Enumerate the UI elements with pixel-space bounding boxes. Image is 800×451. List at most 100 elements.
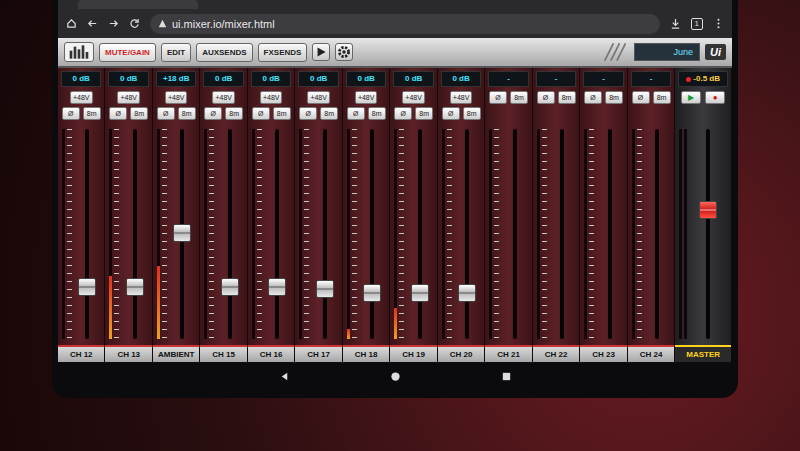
channel-button[interactable]: 8m bbox=[178, 107, 196, 120]
gain-display[interactable]: 0 dB bbox=[346, 71, 386, 87]
fader-track[interactable] bbox=[501, 129, 527, 339]
channel-button[interactable]: Ø bbox=[347, 107, 365, 120]
gain-display[interactable]: 0 dB bbox=[251, 71, 291, 87]
show-display[interactable]: June bbox=[634, 43, 700, 61]
channel-button[interactable]: 8m bbox=[463, 107, 481, 120]
channel-name[interactable]: CH 12 bbox=[58, 345, 104, 362]
fader-knob[interactable] bbox=[126, 278, 144, 296]
fader-knob[interactable] bbox=[78, 278, 96, 296]
fader-track[interactable] bbox=[454, 129, 480, 339]
channel-button[interactable]: Ø bbox=[489, 91, 507, 104]
channel-button[interactable]: +48V bbox=[117, 91, 140, 104]
channel-name[interactable]: CH 15 bbox=[200, 345, 246, 362]
channel-name[interactable]: AMBIENT bbox=[153, 345, 199, 362]
channel-button[interactable]: +48V bbox=[450, 91, 473, 104]
channel-button[interactable]: Ø bbox=[394, 107, 412, 120]
channel-button[interactable]: 8m bbox=[415, 107, 433, 120]
gain-display[interactable]: 0 dB bbox=[441, 71, 481, 87]
fader-track[interactable] bbox=[549, 129, 575, 339]
channel-button[interactable]: 8m bbox=[320, 107, 338, 120]
back-icon[interactable] bbox=[87, 18, 98, 29]
toolbar-button[interactable]: FXSENDS bbox=[258, 43, 308, 62]
channel-name[interactable]: CH 23 bbox=[580, 345, 626, 362]
fader-knob[interactable] bbox=[458, 284, 476, 302]
fader-track[interactable] bbox=[121, 129, 147, 339]
channel-button[interactable]: 8m bbox=[653, 91, 671, 104]
play-icon[interactable] bbox=[312, 43, 330, 61]
address-field[interactable]: ui.mixer.io/mixer.html bbox=[150, 14, 660, 34]
gain-display[interactable]: - bbox=[536, 71, 576, 87]
channel-button[interactable]: Ø bbox=[157, 107, 175, 120]
gain-display[interactable]: +18 dB bbox=[156, 71, 196, 87]
fader-knob[interactable] bbox=[221, 278, 239, 296]
fader-track[interactable] bbox=[216, 129, 242, 339]
tab-count[interactable]: 1 bbox=[691, 18, 703, 30]
meters-icon[interactable] bbox=[64, 42, 94, 62]
fader-track[interactable] bbox=[644, 129, 670, 339]
channel-button[interactable]: 8m bbox=[273, 107, 291, 120]
master-fader-track[interactable] bbox=[689, 129, 727, 339]
browser-tab[interactable] bbox=[78, 0, 198, 9]
fader-track[interactable] bbox=[596, 129, 622, 339]
channel-button[interactable]: +48V bbox=[355, 91, 378, 104]
fader-track[interactable] bbox=[169, 129, 195, 339]
home-circle-icon[interactable] bbox=[390, 371, 401, 382]
transport-button[interactable]: ● bbox=[705, 91, 725, 104]
channel-button[interactable]: Ø bbox=[442, 107, 460, 120]
back-triangle-icon[interactable] bbox=[279, 371, 290, 382]
master-name[interactable]: MASTER bbox=[675, 345, 731, 362]
gain-display[interactable]: 0 dB bbox=[203, 71, 243, 87]
channel-button[interactable]: Ø bbox=[204, 107, 222, 120]
channel-button[interactable]: 8m bbox=[130, 107, 148, 120]
channel-name[interactable]: CH 17 bbox=[295, 345, 341, 362]
channel-button[interactable]: Ø bbox=[252, 107, 270, 120]
channel-button[interactable]: Ø bbox=[62, 107, 80, 120]
fader-knob[interactable] bbox=[316, 280, 334, 298]
gain-display[interactable]: 0 dB bbox=[393, 71, 433, 87]
gain-display[interactable]: 0 dB bbox=[298, 71, 338, 87]
channel-button[interactable]: 8m bbox=[225, 107, 243, 120]
toolbar-button[interactable]: MUTE/GAIN bbox=[99, 43, 156, 62]
fader-track[interactable] bbox=[311, 129, 337, 339]
master-gain-display[interactable]: -0.5 dB bbox=[678, 71, 728, 87]
channel-name[interactable]: CH 18 bbox=[343, 345, 389, 362]
fader-track[interactable] bbox=[74, 129, 100, 339]
channel-button[interactable]: +48V bbox=[260, 91, 283, 104]
channel-button[interactable]: Ø bbox=[584, 91, 602, 104]
channel-button[interactable]: +48V bbox=[70, 91, 93, 104]
gain-display[interactable]: 0 dB bbox=[108, 71, 148, 87]
gain-display[interactable]: 0 dB bbox=[61, 71, 101, 87]
forward-icon[interactable] bbox=[108, 18, 119, 29]
toolbar-button[interactable]: AUXSENDS bbox=[196, 43, 252, 62]
fader-track[interactable] bbox=[406, 129, 432, 339]
home-icon[interactable] bbox=[66, 18, 77, 29]
channel-button[interactable]: +48V bbox=[307, 91, 330, 104]
recents-square-icon[interactable] bbox=[501, 371, 512, 382]
fader-knob[interactable] bbox=[268, 278, 286, 296]
download-icon[interactable] bbox=[670, 18, 681, 29]
channel-name[interactable]: CH 21 bbox=[485, 345, 531, 362]
fader-knob[interactable] bbox=[173, 224, 191, 242]
channel-button[interactable]: Ø bbox=[109, 107, 127, 120]
channel-button[interactable]: Ø bbox=[537, 91, 555, 104]
gain-display[interactable]: - bbox=[631, 71, 671, 87]
channel-button[interactable]: 8m bbox=[558, 91, 576, 104]
transport-button[interactable]: ▶ bbox=[681, 91, 701, 104]
toolbar-button[interactable]: EDIT bbox=[161, 43, 191, 62]
channel-button[interactable]: +48V bbox=[402, 91, 425, 104]
master-fader-knob[interactable] bbox=[699, 201, 717, 219]
fader-knob[interactable] bbox=[363, 284, 381, 302]
channel-button[interactable]: Ø bbox=[632, 91, 650, 104]
gear-icon[interactable] bbox=[335, 43, 353, 61]
menu-icon[interactable] bbox=[713, 18, 724, 29]
channel-name[interactable]: CH 19 bbox=[390, 345, 436, 362]
channel-name[interactable]: CH 16 bbox=[248, 345, 294, 362]
channel-name[interactable]: CH 22 bbox=[533, 345, 579, 362]
fader-track[interactable] bbox=[264, 129, 290, 339]
channel-name[interactable]: CH 24 bbox=[628, 345, 674, 362]
channel-button[interactable]: Ø bbox=[299, 107, 317, 120]
channel-button[interactable]: 8m bbox=[368, 107, 386, 120]
channel-button[interactable]: 8m bbox=[605, 91, 623, 104]
channel-button[interactable]: 8m bbox=[510, 91, 528, 104]
channel-button[interactable]: +48V bbox=[165, 91, 188, 104]
